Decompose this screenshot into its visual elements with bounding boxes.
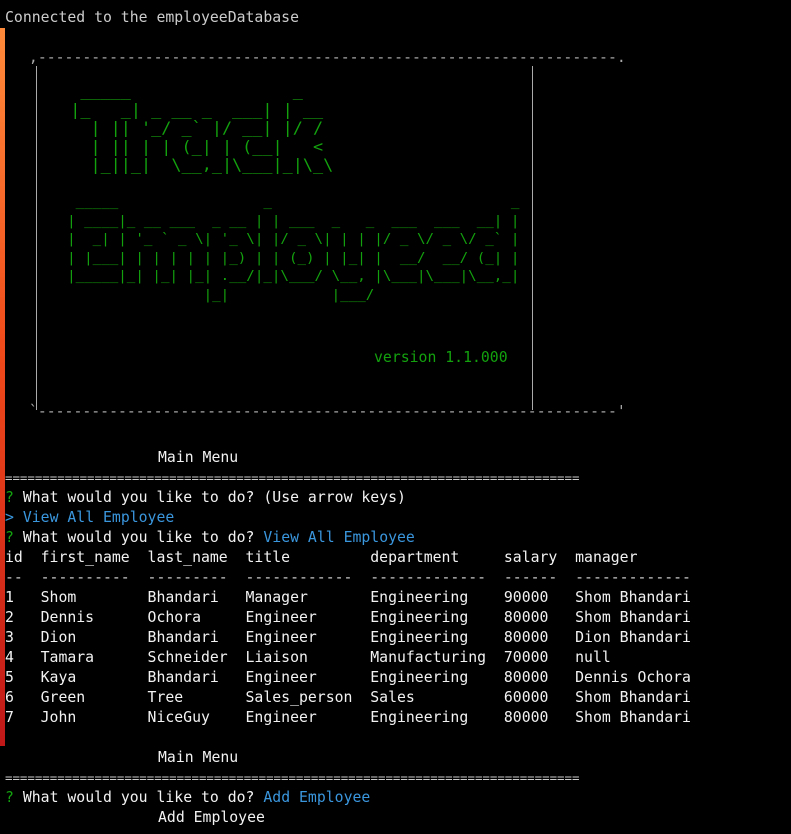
banner-side-right	[532, 66, 533, 410]
art-line: |_| |___/	[50, 286, 528, 303]
prompt-question: What would you like to do?	[22, 529, 255, 546]
table-row: 4 Tamara Schneider Liaison Manufacturing…	[5, 649, 611, 666]
table-row: 5 Kaya Bhandari Engineer Engineering 800…	[5, 669, 691, 686]
banner-bottom-border: `---------------------------------------…	[20, 403, 626, 420]
add-employee-title: Add Employee	[158, 809, 265, 826]
table-row: 1 Shom Bhandari Manager Engineering 9000…	[5, 589, 691, 606]
table-row: 3 Dion Bhandari Engineer Engineering 800…	[5, 629, 691, 646]
main-menu-title: Main Menu	[158, 449, 239, 466]
art-line: |_ _| _ __ _ ___| | __	[50, 99, 324, 119]
main-menu-title: Main Menu	[158, 749, 239, 766]
table-row: 2 Dennis Ochora Engineer Engineering 800…	[5, 609, 691, 626]
prompt-question: What would you like to do?	[22, 789, 255, 806]
prompt-answer: View All Employee	[263, 529, 415, 546]
pointer-icon: >	[5, 509, 14, 526]
art-line: | |___| | | | | | |_) | | (_) | |_| | __…	[50, 249, 520, 266]
art-line: | || '_/ _` |/ __| |/ /	[50, 118, 324, 137]
table-row: 6 Green Tree Sales_person Sales 60000 Sh…	[5, 689, 691, 706]
art-line: | || | | (_| | (__| <	[50, 136, 334, 156]
menu-separator: ========================================…	[5, 470, 580, 485]
choice-label: View All Employee	[22, 509, 175, 526]
version-label: version 1.1.000	[374, 349, 508, 366]
prompt-question: What would you like to do?	[22, 489, 255, 506]
art-line: | _| | '_ ` _ \| '_ \| |/ _ \| | | |/ _ …	[50, 231, 520, 247]
prompt-answer: Add Employee	[263, 789, 371, 806]
banner-side-left	[36, 66, 37, 410]
table-row: 7 John NiceGuy Engineer Engineering 8000…	[5, 709, 691, 726]
art-line	[50, 175, 528, 194]
prompt-question-icon: ?	[5, 529, 14, 546]
menu-separator: ========================================…	[5, 770, 580, 785]
art-line: | ____|_ __ ___ _ __ | | ___ _ _ ___ ___…	[50, 212, 520, 229]
table-header: id first_name last_name title department…	[5, 549, 638, 566]
answered-prompt: ? What would you like to do? View All Em…	[5, 528, 415, 548]
connection-status: Connected to the employeeDatabase	[5, 9, 299, 26]
menu-choice-highlighted[interactable]: > View All Employee	[5, 508, 174, 528]
prompt-question-icon: ?	[5, 789, 14, 806]
art-line: _____ _ _	[50, 194, 528, 210]
prompt-question-icon: ?	[5, 489, 14, 506]
prompt-line: ? What would you like to do? (Use arrow …	[5, 488, 406, 508]
prompt-hint: (Use arrow keys)	[263, 489, 406, 506]
banner-top-border: ,---------------------------------------…	[20, 49, 626, 66]
art-line: |_||_| \__,_|\___|_|\_\	[50, 155, 334, 174]
table-divider: -- ---------- --------- ------------ ---…	[5, 569, 691, 586]
answered-prompt: ? What would you like to do? Add Employe…	[5, 788, 370, 808]
art-line: _____ _	[50, 81, 344, 100]
art-line: |_____|_| |_| |_| .__/|_|\___/ \__, |\__…	[50, 268, 520, 284]
banner-ascii-art: _____ _ |_ _| _ __ _ ___| | __ | || '_/ …	[50, 81, 528, 304]
